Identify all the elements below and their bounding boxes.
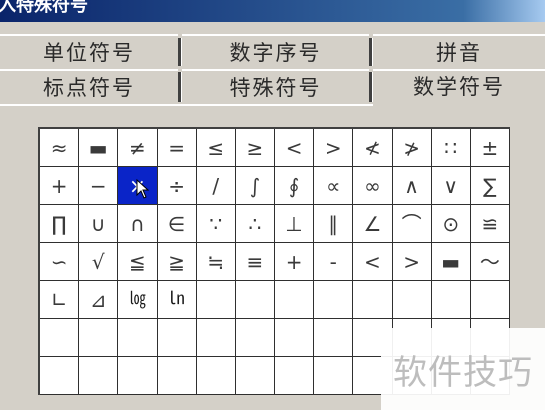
tab-special-symbols[interactable]: 特殊符号	[182, 69, 369, 103]
empty-symbol-cell[interactable]	[157, 357, 197, 395]
symbol-cell[interactable]: ⊙	[431, 205, 471, 243]
symbol-cell[interactable]: √	[79, 243, 119, 281]
symbol-cell[interactable]: ∟	[40, 281, 80, 319]
empty-symbol-cell[interactable]	[275, 319, 315, 357]
empty-symbol-cell[interactable]	[79, 357, 119, 395]
symbol-cell[interactable]: <	[275, 129, 315, 167]
tab-number-sequence[interactable]: 数字序号	[182, 34, 369, 68]
empty-symbol-cell[interactable]	[157, 319, 197, 357]
symbol-cell[interactable]: ∪	[79, 205, 119, 243]
empty-symbol-cell[interactable]	[392, 281, 432, 319]
tab-unit-symbols[interactable]: 单位符号	[0, 34, 178, 68]
symbol-cell[interactable]: <	[353, 243, 393, 281]
empty-symbol-cell[interactable]	[314, 357, 354, 395]
tab-math-symbols[interactable]: 数学符号	[373, 69, 545, 109]
watermark: 软件技巧	[381, 328, 545, 410]
tab-separator	[178, 72, 181, 102]
symbol-cell[interactable]: +	[40, 167, 80, 205]
symbol-cell[interactable]: ⊥	[275, 205, 315, 243]
symbol-cell[interactable]: −	[79, 167, 119, 205]
symbol-cell[interactable]: ≧	[157, 243, 197, 281]
symbol-cell[interactable]: ㏑	[157, 281, 197, 319]
symbol-cell[interactable]: +	[275, 243, 315, 281]
empty-symbol-cell[interactable]	[196, 281, 236, 319]
symbol-cell[interactable]: ≥	[235, 129, 275, 167]
symbol-cell[interactable]: ≒	[196, 243, 236, 281]
empty-symbol-cell[interactable]	[275, 357, 315, 395]
window-title-bar: 入特殊符号	[0, 0, 545, 22]
tab-punctuation[interactable]: 标点符号	[0, 69, 178, 103]
empty-symbol-cell[interactable]	[118, 319, 158, 357]
symbol-cell[interactable]: ∽	[40, 243, 80, 281]
symbol-cell[interactable]: ∩	[118, 205, 158, 243]
empty-symbol-cell[interactable]	[275, 281, 315, 319]
symbol-cell[interactable]: ∮	[275, 167, 315, 205]
symbol-cell[interactable]: /	[196, 167, 236, 205]
symbol-cell[interactable]: ∷	[431, 129, 471, 167]
symbol-cell[interactable]: ≠	[118, 129, 158, 167]
symbol-cell[interactable]: ∈	[157, 205, 197, 243]
empty-symbol-cell[interactable]	[314, 319, 354, 357]
symbol-cell[interactable]: ∥	[314, 205, 354, 243]
tab-strip: 单位符号 数字序号 拼音 标点符号 特殊符号 数学符号	[0, 34, 545, 109]
symbol-cell[interactable]: ∫	[235, 167, 275, 205]
symbol-cell-selected[interactable]: ×	[118, 167, 158, 205]
symbol-cell[interactable]: ～	[470, 243, 510, 281]
symbol-cell[interactable]: ≡	[235, 243, 275, 281]
empty-symbol-cell[interactable]	[118, 357, 158, 395]
symbol-cell[interactable]: ÷	[157, 167, 197, 205]
symbol-cell[interactable]: ∧	[392, 167, 432, 205]
tab-separator	[369, 72, 372, 102]
tab-pinyin[interactable]: 拼音	[373, 34, 545, 68]
symbol-cell[interactable]: >	[314, 129, 354, 167]
symbol-cell[interactable]: ∠	[353, 205, 393, 243]
window-title: 入特殊符号	[0, 0, 88, 16]
mouse-pointer-icon	[136, 179, 150, 199]
symbol-cell[interactable]: ▬	[79, 129, 119, 167]
symbol-cell[interactable]: ∨	[431, 167, 471, 205]
symbol-cell[interactable]: ㏒	[118, 281, 158, 319]
symbol-cell[interactable]: >	[392, 243, 432, 281]
empty-symbol-cell[interactable]	[196, 357, 236, 395]
empty-symbol-cell[interactable]	[40, 319, 80, 357]
empty-symbol-cell[interactable]	[431, 281, 471, 319]
empty-symbol-cell[interactable]	[314, 281, 354, 319]
symbol-cell[interactable]: ⌒	[392, 205, 432, 243]
symbol-cell[interactable]: ≤	[196, 129, 236, 167]
empty-symbol-cell[interactable]	[353, 281, 393, 319]
empty-symbol-cell[interactable]	[235, 357, 275, 395]
symbol-cell[interactable]: ∴	[235, 205, 275, 243]
tab-separator	[369, 38, 372, 66]
symbol-cell[interactable]: ≈	[40, 129, 80, 167]
empty-symbol-cell[interactable]	[235, 319, 275, 357]
symbol-cell[interactable]: ∞	[353, 167, 393, 205]
empty-symbol-cell[interactable]	[79, 319, 119, 357]
empty-symbol-cell[interactable]	[40, 357, 80, 395]
symbol-cell[interactable]: ∵	[196, 205, 236, 243]
symbol-cell[interactable]: -	[314, 243, 354, 281]
empty-symbol-cell[interactable]	[196, 319, 236, 357]
symbol-cell[interactable]: ▬	[431, 243, 471, 281]
symbol-cell[interactable]: ∏	[40, 205, 80, 243]
symbol-cell[interactable]: ≮	[353, 129, 393, 167]
symbol-cell[interactable]: ∝	[314, 167, 354, 205]
tab-separator	[178, 38, 181, 66]
empty-symbol-cell[interactable]	[470, 281, 510, 319]
symbol-cell[interactable]: ≦	[118, 243, 158, 281]
symbol-cell[interactable]: ⊿	[79, 281, 119, 319]
symbol-cell[interactable]: ±	[470, 129, 510, 167]
symbol-cell[interactable]: =	[157, 129, 197, 167]
symbol-cell[interactable]: ≯	[392, 129, 432, 167]
symbol-cell[interactable]: ∑	[470, 167, 510, 205]
symbol-cell[interactable]: ≌	[470, 205, 510, 243]
empty-symbol-cell[interactable]	[235, 281, 275, 319]
